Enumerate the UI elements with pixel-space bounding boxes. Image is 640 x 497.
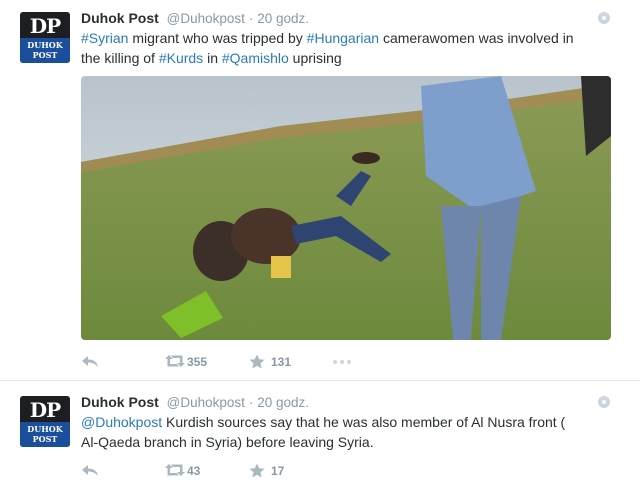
- avatar-line2: POST: [32, 434, 58, 444]
- reply-icon: [82, 356, 98, 367]
- avatar-line1: DUHOK: [27, 40, 63, 50]
- tweet-actions: 355 131: [81, 354, 381, 370]
- gear-icon[interactable]: [598, 396, 610, 408]
- photo-image: [81, 76, 611, 340]
- gear-icon[interactable]: [598, 12, 610, 24]
- user-handle[interactable]: @Duhokpost: [167, 395, 245, 410]
- avatar-line2: POST: [32, 50, 58, 60]
- timestamp[interactable]: 20 godz.: [257, 395, 309, 410]
- retweet-icon: [165, 355, 185, 367]
- favorite-icon: [249, 354, 265, 369]
- retweet-icon: [165, 464, 185, 476]
- hashtag-hungarian[interactable]: #Hungarian: [307, 30, 379, 46]
- tweet-photo[interactable]: [81, 76, 611, 340]
- display-name[interactable]: Duhok Post: [81, 10, 159, 26]
- tweet-text: #Syrian migrant who was tripped by #Hung…: [81, 30, 574, 66]
- reply-button[interactable]: [81, 463, 99, 480]
- avatar-monogram: DP: [29, 14, 61, 38]
- retweet-button[interactable]: 355: [165, 354, 215, 371]
- tweet[interactable]: DP DUHOK POST Duhok Post @Duhokpost · 20…: [0, 382, 640, 497]
- tweet-actions: 43 17: [81, 463, 381, 479]
- separator: ·: [248, 11, 254, 26]
- tweet[interactable]: DP DUHOK POST Duhok Post @Duhokpost · 20…: [0, 0, 640, 381]
- timestamp[interactable]: 20 godz.: [257, 11, 309, 26]
- more-button[interactable]: [333, 354, 353, 368]
- mention-link[interactable]: @Duhokpost: [81, 414, 162, 430]
- retweet-button[interactable]: 43: [165, 463, 215, 480]
- tweet-header: Duhok Post @Duhokpost · 20 godz.: [81, 394, 309, 410]
- retweet-count: 355: [187, 355, 208, 369]
- avatar[interactable]: DP DUHOK POST: [20, 12, 70, 63]
- hashtag-syrian[interactable]: #Syrian: [81, 30, 128, 46]
- favorite-count: 131: [271, 355, 292, 369]
- favorite-icon: [249, 463, 265, 478]
- hashtag-qamishlo[interactable]: #Qamishlo: [222, 50, 289, 66]
- avatar-monogram: DP: [29, 398, 61, 422]
- retweet-count: 43: [187, 464, 201, 478]
- tweet-text: @Duhokpost Kurdish sources say that he w…: [81, 414, 566, 450]
- favorite-count: 17: [271, 464, 285, 478]
- avatar[interactable]: DP DUHOK POST: [20, 396, 70, 447]
- reply-icon: [82, 465, 98, 476]
- user-handle[interactable]: @Duhokpost: [167, 11, 245, 26]
- reply-button[interactable]: [81, 354, 99, 371]
- tweet-header: Duhok Post @Duhokpost · 20 godz.: [81, 10, 309, 26]
- display-name[interactable]: Duhok Post: [81, 394, 159, 410]
- hashtag-kurds[interactable]: #Kurds: [159, 50, 203, 66]
- avatar-line1: DUHOK: [27, 424, 63, 434]
- favorite-button[interactable]: 17: [249, 463, 299, 481]
- favorite-button[interactable]: 131: [249, 354, 299, 372]
- separator: ·: [248, 395, 254, 410]
